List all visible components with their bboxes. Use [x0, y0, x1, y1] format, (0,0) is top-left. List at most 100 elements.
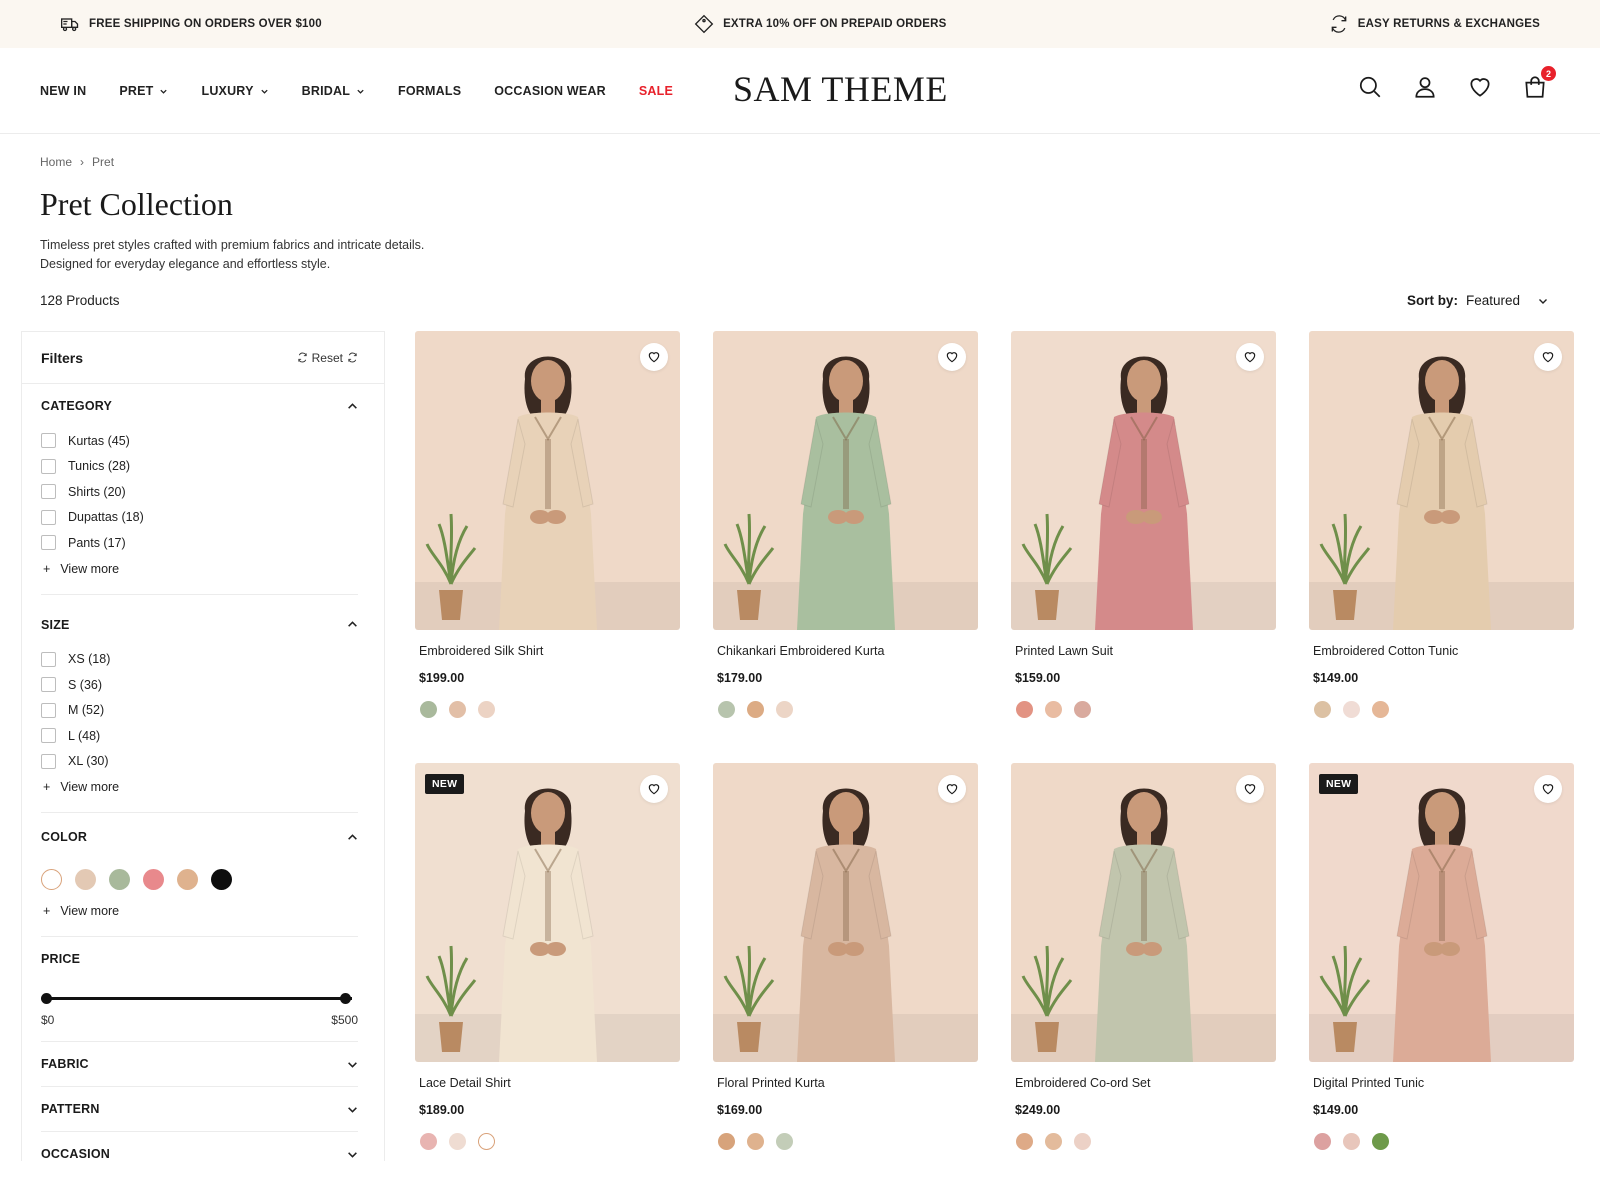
product-color-swatch[interactable] — [449, 701, 466, 718]
product-card[interactable]: Chikankari Embroidered Kurta $179.00 — [713, 331, 978, 718]
wishlist-button[interactable] — [1236, 343, 1264, 371]
wishlist-button[interactable] — [640, 343, 668, 371]
checkbox[interactable] — [41, 458, 56, 474]
product-name[interactable]: Lace Detail Shirt — [419, 1076, 680, 1092]
filter-option[interactable]: XS (18) — [41, 647, 358, 673]
product-color-swatch[interactable] — [747, 701, 764, 718]
product-image[interactable] — [713, 331, 978, 630]
checkbox[interactable] — [41, 484, 56, 500]
price-slider[interactable] — [41, 985, 358, 1011]
product-color-swatch[interactable] — [718, 1133, 735, 1150]
sort-dropdown[interactable]: Sort by: Featured — [1407, 293, 1548, 308]
view-more-button[interactable]: + View more — [41, 556, 358, 582]
filter-category-header[interactable]: CATEGORY — [41, 384, 358, 428]
filter-option[interactable]: XL (30) — [41, 749, 358, 775]
product-color-swatch[interactable] — [1045, 1133, 1062, 1150]
filter-option[interactable]: L (48) — [41, 723, 358, 749]
view-more-button[interactable]: + View more — [41, 898, 358, 924]
wishlist-button[interactable] — [640, 775, 668, 803]
product-color-swatch[interactable] — [776, 701, 793, 718]
product-color-swatch[interactable] — [1372, 1133, 1389, 1150]
product-color-swatch[interactable] — [1074, 701, 1091, 718]
product-color-swatch[interactable] — [1314, 701, 1331, 718]
product-color-swatch[interactable] — [420, 1133, 437, 1150]
color-swatch[interactable] — [75, 869, 96, 890]
product-color-swatch[interactable] — [776, 1133, 793, 1150]
account-button[interactable] — [1412, 74, 1438, 100]
filter-option[interactable]: S (36) — [41, 672, 358, 698]
product-name[interactable]: Embroidered Cotton Tunic — [1313, 644, 1574, 660]
nav-item-bridal[interactable]: BRIDAL — [302, 84, 365, 98]
filter-occasion-header[interactable]: OCCASION — [41, 1132, 358, 1176]
nav-item-luxury[interactable]: LUXURY — [201, 84, 268, 98]
cart-button[interactable]: 2 — [1522, 66, 1556, 100]
product-color-swatch[interactable] — [478, 701, 495, 718]
product-name[interactable]: Printed Lawn Suit — [1015, 644, 1276, 660]
filter-option[interactable]: Shirts (20) — [41, 479, 358, 505]
product-card[interactable]: Embroidered Co-ord Set $249.00 — [1011, 763, 1276, 1150]
product-image[interactable] — [415, 331, 680, 630]
wishlist-button[interactable] — [1534, 343, 1562, 371]
checkbox[interactable] — [41, 509, 56, 525]
wishlist-button[interactable] — [1236, 775, 1264, 803]
filter-option[interactable]: M (52) — [41, 698, 358, 724]
filter-pattern-header[interactable]: PATTERN — [41, 1087, 358, 1131]
search-button[interactable] — [1357, 74, 1383, 100]
product-name[interactable]: Chikankari Embroidered Kurta — [717, 644, 978, 660]
nav-item-formals[interactable]: FORMALS — [398, 84, 461, 98]
product-color-swatch[interactable] — [1343, 1133, 1360, 1150]
slider-handle-max[interactable] — [340, 993, 351, 1004]
product-color-swatch[interactable] — [718, 701, 735, 718]
nav-item-sale[interactable]: SALE — [639, 84, 673, 98]
nav-item-occasion-wear[interactable]: OCCASION WEAR — [494, 84, 606, 98]
product-image[interactable] — [1309, 331, 1574, 630]
product-color-swatch[interactable] — [478, 1133, 495, 1150]
product-color-swatch[interactable] — [1074, 1133, 1091, 1150]
color-swatch[interactable] — [41, 869, 62, 890]
product-color-swatch[interactable] — [449, 1133, 466, 1150]
nav-item-new-in[interactable]: NEW IN — [40, 84, 86, 98]
filter-size-header[interactable]: SIZE — [41, 603, 358, 647]
checkbox[interactable] — [41, 433, 56, 449]
color-swatch[interactable] — [211, 869, 232, 890]
product-color-swatch[interactable] — [1343, 701, 1360, 718]
product-image[interactable] — [1011, 331, 1276, 630]
filter-option[interactable]: Kurtas (45) — [41, 428, 358, 454]
product-name[interactable]: Floral Printed Kurta — [717, 1076, 978, 1092]
checkbox[interactable] — [41, 702, 56, 718]
product-image[interactable] — [1011, 763, 1276, 1062]
product-color-swatch[interactable] — [1372, 701, 1389, 718]
checkbox[interactable] — [41, 677, 56, 693]
wishlist-button[interactable] — [938, 343, 966, 371]
product-color-swatch[interactable] — [420, 701, 437, 718]
color-swatch[interactable] — [109, 869, 130, 890]
color-swatch[interactable] — [143, 869, 164, 890]
product-name[interactable]: Digital Printed Tunic — [1313, 1076, 1574, 1092]
product-image[interactable]: NEW — [1309, 763, 1574, 1062]
color-swatch[interactable] — [177, 869, 198, 890]
product-name[interactable]: Embroidered Co-ord Set — [1015, 1076, 1276, 1092]
product-image[interactable] — [713, 763, 978, 1062]
product-card[interactable]: NEW Lace Detail Shirt $189.00 — [415, 763, 680, 1150]
product-card[interactable]: Embroidered Cotton Tunic $149.00 — [1309, 331, 1574, 718]
product-card[interactable]: Floral Printed Kurta $169.00 — [713, 763, 978, 1150]
filter-option[interactable]: Tunics (28) — [41, 454, 358, 480]
filter-fabric-header[interactable]: FABRIC — [41, 1042, 358, 1086]
product-name[interactable]: Embroidered Silk Shirt — [419, 644, 680, 660]
wishlist-button[interactable] — [1467, 74, 1493, 100]
filter-option[interactable]: Pants (17) — [41, 530, 358, 556]
view-more-button[interactable]: + View more — [41, 774, 358, 800]
product-color-swatch[interactable] — [1314, 1133, 1331, 1150]
checkbox[interactable] — [41, 753, 56, 769]
wishlist-button[interactable] — [1534, 775, 1562, 803]
brand-logo[interactable]: SAM THEME — [733, 68, 948, 110]
slider-handle-min[interactable] — [41, 993, 52, 1004]
product-color-swatch[interactable] — [1016, 701, 1033, 718]
filter-option[interactable]: Dupattas (18) — [41, 505, 358, 531]
checkbox[interactable] — [41, 535, 56, 551]
filter-color-header[interactable]: COLOR — [41, 815, 358, 859]
product-image[interactable]: NEW — [415, 763, 680, 1062]
nav-item-pret[interactable]: PRET — [119, 84, 168, 98]
product-color-swatch[interactable] — [1045, 701, 1062, 718]
breadcrumb-home[interactable]: Home — [40, 155, 72, 169]
